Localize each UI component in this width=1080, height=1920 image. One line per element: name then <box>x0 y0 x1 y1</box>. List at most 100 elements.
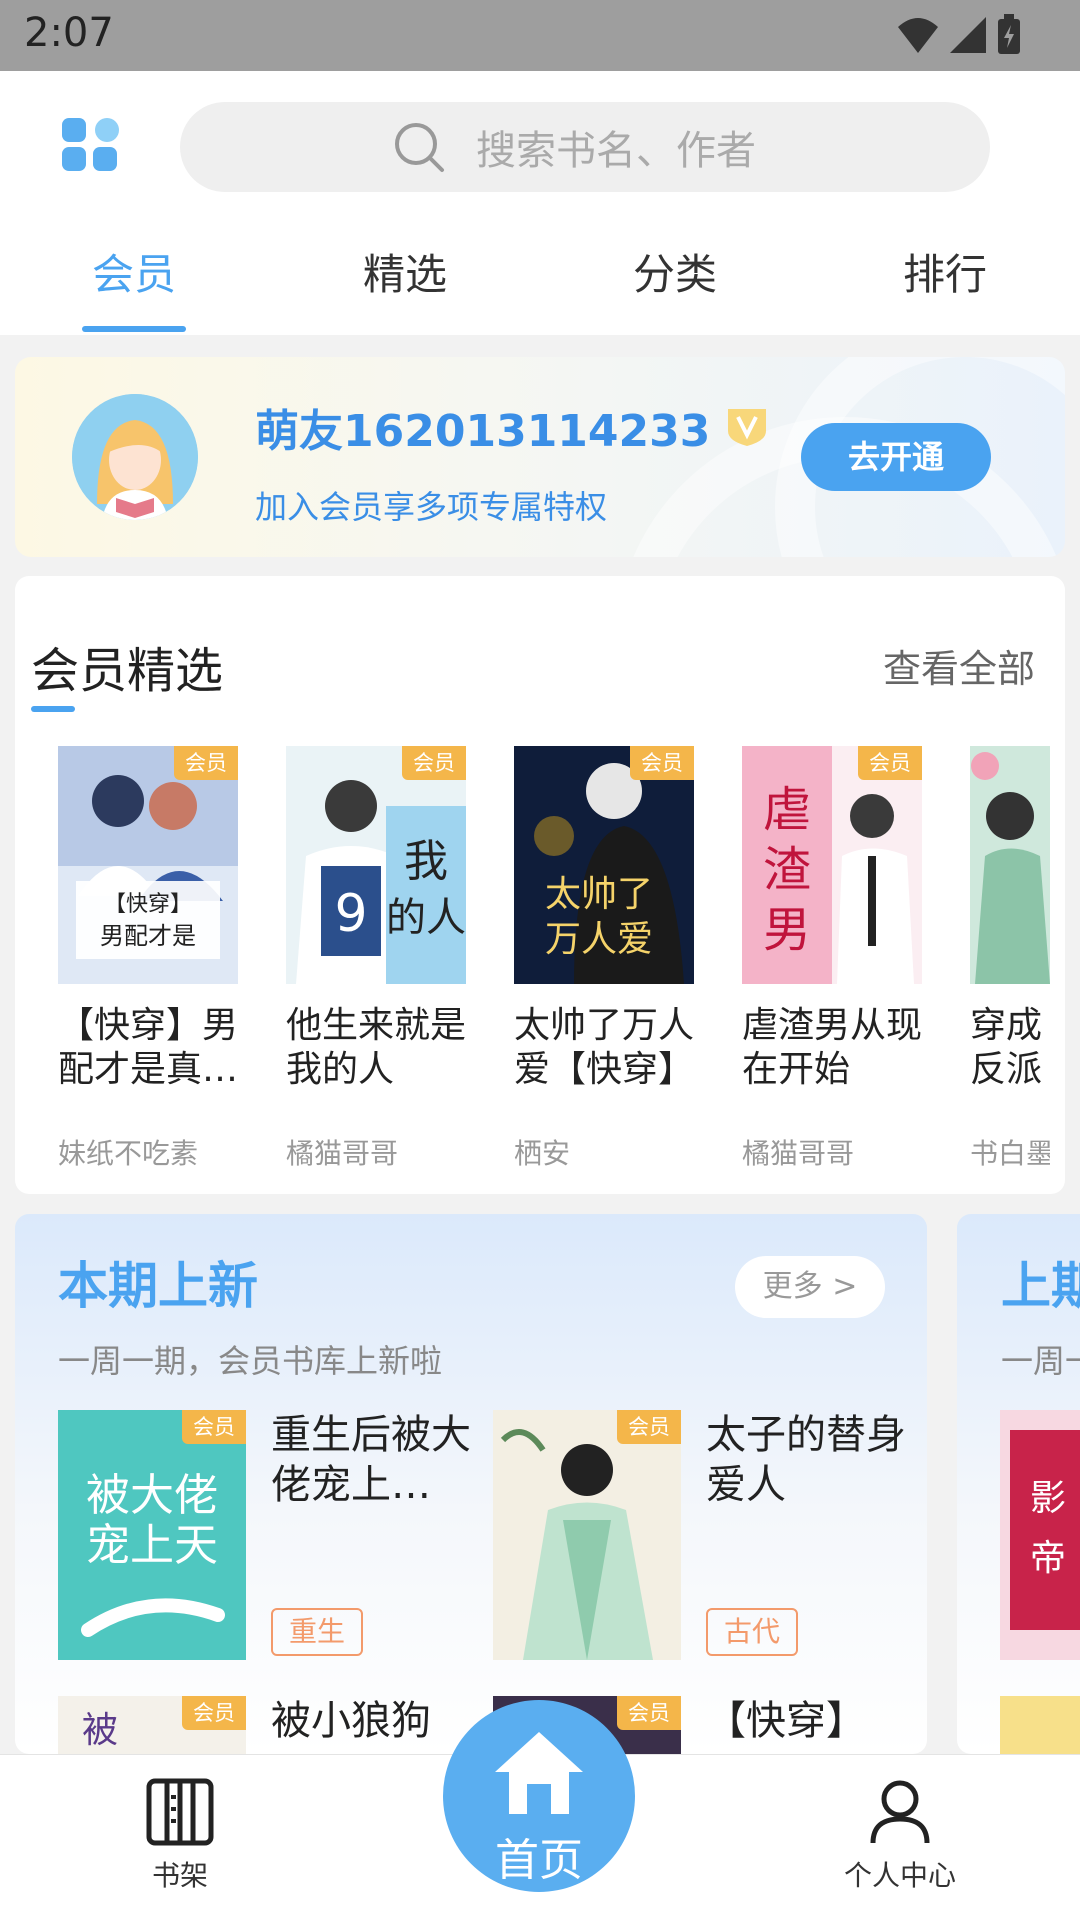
status-icons <box>896 14 1022 56</box>
tab-bar: 会员 精选 分类 排行 <box>0 231 1080 335</box>
book-author: 妹纸不吃素 <box>58 1137 199 1170</box>
genre-tag[interactable]: 重生 <box>271 1608 364 1656</box>
tab-ranking[interactable]: 排行 <box>875 241 1015 302</box>
member-badge: 会员 <box>402 746 466 780</box>
book-cover-art: 9 我 的人 <box>286 746 466 984</box>
book-cover-art: 虐 渣 男 <box>742 746 922 984</box>
member-badge: 会员 <box>182 1410 246 1444</box>
header: 搜索书名、作者 会员 精选 分类 排行 <box>0 71 1080 335</box>
svg-text:太帅了: 太帅了 <box>545 874 653 915</box>
book-title: 【快穿】 <box>706 1698 866 1744</box>
nav-bookshelf-label: 书架 <box>151 1859 208 1892</box>
book-title: 重生后被大佬宠上… <box>271 1412 471 1508</box>
nav-home-button[interactable]: 首页 <box>443 1700 635 1892</box>
member-badge: 会员 <box>174 746 238 780</box>
svg-text:万人爱: 万人爱 <box>545 919 653 960</box>
battery-icon <box>998 14 1020 54</box>
svg-text:被大佬: 被大佬 <box>86 1470 218 1521</box>
genre-tag[interactable]: 古代 <box>706 1608 799 1656</box>
member-badge: 会员 <box>182 1696 246 1730</box>
more-button[interactable]: 更多 > <box>735 1256 885 1318</box>
status-time: 2:07 <box>24 10 114 56</box>
book-cover: 会员 <box>493 1410 681 1660</box>
nav-bookshelf[interactable]: 书架 <box>140 1777 220 1894</box>
status-bar: 2:07 <box>0 0 1080 71</box>
svg-text:渣: 渣 <box>763 842 811 898</box>
new-releases-card: 本期上新 更多 > 一周一期，会员书库上新啦 被大佬 宠上天 会员 重生后被大佬… <box>15 1214 927 1754</box>
book-title: 太帅了万人爱【快穿】 <box>514 1005 694 1090</box>
book-title: 【快穿】男配才是真… <box>58 1005 238 1090</box>
vip-badge-icon <box>728 409 767 446</box>
svg-text:男: 男 <box>763 902 811 958</box>
tab-category[interactable]: 分类 <box>605 241 745 302</box>
previous-releases-title: 上期 <box>1001 1257 1080 1315</box>
search-icon <box>395 123 444 172</box>
member-badge: 会员 <box>617 1410 681 1444</box>
tab-member[interactable]: 会员 <box>64 241 204 302</box>
book-cover-art <box>493 1410 681 1660</box>
view-all-link[interactable]: 查看全部 <box>883 638 1035 693</box>
nav-profile-label: 个人中心 <box>843 1859 956 1892</box>
avatar[interactable] <box>72 394 198 520</box>
svg-text:宠上天: 宠上天 <box>86 1520 218 1571</box>
svg-text:虐: 虐 <box>763 782 811 838</box>
book-author: 橘猫哥哥 <box>742 1137 855 1170</box>
open-membership-button[interactable]: 去开通 <box>801 423 991 491</box>
nav-home-label: 首页 <box>495 1835 583 1886</box>
svg-text:我: 我 <box>404 836 448 887</box>
username: 萌友162013114233 <box>255 406 711 457</box>
active-tab-indicator <box>82 326 186 332</box>
bookshelf-icon <box>146 1778 214 1846</box>
book-cover: 虐 渣 男 会员 <box>742 746 922 984</box>
book-author: 书白墨 <box>970 1137 1050 1170</box>
username-row: 萌友162013114233 <box>255 395 770 459</box>
book-item[interactable]: 虐 渣 男 会员 虐渣男从现在开始 橘猫哥哥 <box>742 746 922 1172</box>
svg-text:被: 被 <box>82 1710 118 1751</box>
book-title: 虐渣男从现在开始 <box>742 1005 922 1090</box>
book-cover-art <box>1000 1696 1080 1754</box>
previous-releases-card[interactable]: 上期 一周一 影 帝 <box>957 1214 1080 1754</box>
svg-text:的人: 的人 <box>386 895 466 941</box>
member-badge: 会员 <box>630 746 694 780</box>
previous-releases-subtitle: 一周一 <box>1001 1342 1080 1380</box>
book-item[interactable]: 被大佬 宠上天 会员 重生后被大佬宠上… 重生 <box>58 1410 478 1660</box>
svg-text:影: 影 <box>1030 1478 1066 1519</box>
book-cover-art <box>970 746 1050 984</box>
book-cover: 9 我 的人 会员 <box>286 746 466 984</box>
book-cover: 【快穿】 男配才是 会员 <box>58 746 238 984</box>
book-title: 太子的替身爱人 <box>706 1412 906 1508</box>
tab-featured[interactable]: 精选 <box>335 241 475 302</box>
book-author: 栖安 <box>514 1137 571 1170</box>
book-item[interactable]: 穿成反派 书白墨 <box>970 746 1050 1172</box>
category-grid-icon[interactable] <box>62 116 119 173</box>
member-badge: 会员 <box>858 746 922 780</box>
book-cover-art: 影 帝 <box>1000 1410 1080 1660</box>
book-cover <box>970 746 1050 984</box>
member-badge: 会员 <box>617 1696 681 1730</box>
nav-profile[interactable]: 个人中心 <box>835 1777 965 1894</box>
member-subtitle: 加入会员享多项专属特权 <box>255 488 608 526</box>
book-item[interactable]: 会员 太子的替身爱人 古代 <box>493 1410 913 1660</box>
svg-text:帝: 帝 <box>1030 1538 1066 1579</box>
home-icon <box>495 1732 583 1814</box>
book-cover: 被大佬 宠上天 会员 <box>58 1410 246 1660</box>
user-avatar-icon <box>72 394 198 520</box>
svg-text:9: 9 <box>334 884 367 944</box>
book-title: 穿成反派 <box>970 1005 1043 1090</box>
book-item[interactable]: 【快穿】 男配才是 会员 【快穿】男配才是真… 妹纸不吃素 <box>58 746 238 1172</box>
book-cover-art: 太帅了 万人爱 <box>514 746 694 984</box>
search-bar[interactable]: 搜索书名、作者 <box>180 102 990 192</box>
new-releases-subtitle: 一周一期，会员书库上新啦 <box>58 1342 443 1380</box>
book-item[interactable]: 9 我 的人 会员 他生来就是我的人 橘猫哥哥 <box>286 746 466 1172</box>
book-item[interactable]: 太帅了 万人爱 会员 太帅了万人爱【快穿】 栖安 <box>514 746 694 1172</box>
section-title-underline <box>31 706 75 712</box>
book-author: 橘猫哥哥 <box>286 1137 399 1170</box>
search-placeholder: 搜索书名、作者 <box>476 128 756 174</box>
book-item[interactable]: 被 会员 被小狼狗 <box>58 1696 478 1754</box>
signal-icon <box>950 17 986 53</box>
wifi-icon <box>898 18 938 53</box>
member-picks-section: 会员精选 查看全部 【快穿】 男配才是 会员 【快穿】男配才是真… 妹纸不吃素 <box>15 576 1065 1194</box>
member-card[interactable]: 萌友162013114233 加入会员享多项专属特权 去开通 <box>15 357 1065 557</box>
book-title: 他生来就是我的人 <box>286 1005 466 1090</box>
svg-text:【快穿】: 【快穿】 <box>104 892 192 917</box>
